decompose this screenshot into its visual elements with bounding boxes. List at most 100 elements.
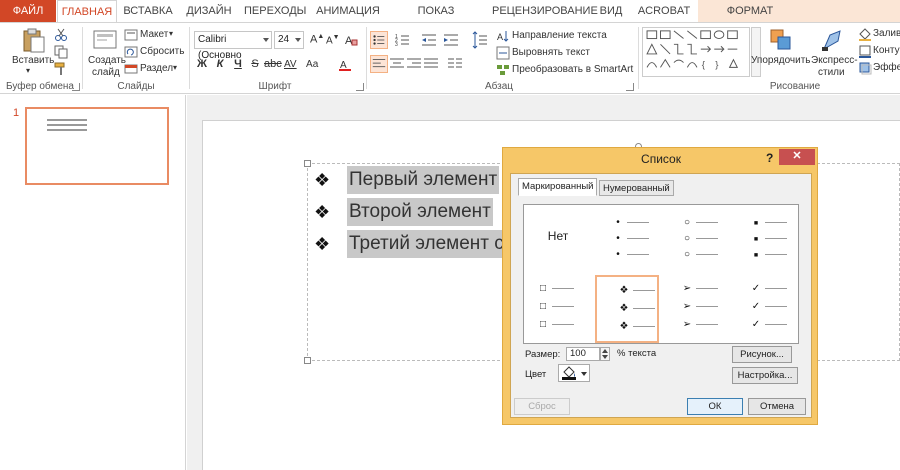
- close-button[interactable]: ✕: [779, 149, 815, 165]
- bullet-option-dot[interactable]: • • •: [595, 207, 659, 271]
- spin-up-icon[interactable]: [602, 349, 608, 353]
- shape-effects-icon[interactable]: [858, 61, 872, 75]
- customize-button[interactable]: Настройка...: [732, 367, 798, 384]
- align-text-button[interactable]: Выровнять текст: [512, 47, 590, 58]
- bullets-icon[interactable]: [370, 31, 388, 49]
- bullet-option-diamond-selected[interactable]: ❖ ❖ ❖: [595, 275, 659, 343]
- align-right-icon[interactable]: [405, 55, 423, 73]
- numbering-icon[interactable]: 123: [394, 31, 412, 49]
- tab-bulleted[interactable]: Маркированный: [518, 178, 598, 196]
- bullet-option-none[interactable]: Нет: [526, 207, 590, 271]
- quick-styles-icon[interactable]: [820, 27, 846, 53]
- layout-dropdown-icon[interactable]: ▾: [169, 29, 173, 38]
- font-launcher-icon[interactable]: [356, 83, 364, 91]
- shape-fill-button[interactable]: Залив: [873, 28, 900, 39]
- picture-button[interactable]: Рисунок...: [732, 346, 792, 363]
- color-picker-button[interactable]: [558, 364, 590, 382]
- slide-thumbnail[interactable]: [25, 107, 169, 185]
- spin-down-icon[interactable]: [602, 355, 608, 359]
- cancel-button[interactable]: Отмена: [748, 398, 806, 415]
- arrange-button[interactable]: Упорядочить: [751, 55, 811, 66]
- help-icon[interactable]: ?: [766, 151, 773, 165]
- paste-icon[interactable]: [20, 27, 46, 53]
- reset-button[interactable]: Сбросить: [140, 46, 184, 57]
- bullet-option-hollow-square[interactable]: □ □ □: [526, 277, 590, 341]
- underline-button[interactable]: Ч: [230, 58, 246, 70]
- paste-button[interactable]: Вставить: [12, 55, 54, 66]
- bullet-text[interactable]: Третий элемент с: [347, 230, 506, 258]
- shrink-font-icon[interactable]: A▼: [326, 34, 340, 46]
- section-button[interactable]: Раздел: [140, 63, 173, 74]
- tab-format[interactable]: ФОРМАТ: [718, 0, 782, 22]
- format-painter-icon[interactable]: [54, 62, 68, 76]
- section-dropdown-icon[interactable]: ▾: [173, 63, 177, 72]
- layout-button[interactable]: Макет: [140, 29, 168, 40]
- size-spinner[interactable]: [600, 347, 610, 361]
- copy-icon[interactable]: [54, 45, 68, 59]
- text-direction-icon[interactable]: A: [496, 29, 510, 43]
- bullet-option-circle[interactable]: ○ ○ ○: [664, 207, 728, 271]
- char-spacing-button[interactable]: AV: [284, 59, 297, 70]
- new-slide-icon[interactable]: [92, 27, 118, 53]
- quick-styles-button-line2[interactable]: стили: [818, 67, 845, 78]
- reset-icon[interactable]: [124, 45, 138, 59]
- font-color-icon[interactable]: A: [338, 58, 352, 72]
- tab-numbered[interactable]: Нумерованный: [599, 180, 674, 196]
- strikethrough-button[interactable]: S: [247, 58, 263, 70]
- font-family-select[interactable]: Calibri (Основно: [194, 31, 272, 61]
- italic-button[interactable]: К: [212, 58, 228, 70]
- bullet-option-square[interactable]: ■ ■ ■: [733, 207, 797, 271]
- change-case-button[interactable]: Аа: [306, 59, 318, 70]
- tab-insert[interactable]: ВСТАВКА: [120, 0, 176, 22]
- new-slide-button-line2[interactable]: слайд: [92, 67, 120, 78]
- tab-home[interactable]: ГЛАВНАЯ: [57, 0, 117, 23]
- section-icon[interactable]: [124, 62, 138, 76]
- decrease-indent-icon[interactable]: [420, 31, 438, 49]
- shape-fill-icon[interactable]: [858, 27, 872, 41]
- shape-outline-icon[interactable]: [858, 44, 872, 58]
- text-shadow-button[interactable]: abc: [264, 58, 282, 70]
- align-center-icon[interactable]: [388, 55, 406, 73]
- arrange-icon[interactable]: [768, 27, 794, 53]
- bullet-option-checkmark[interactable]: ✓ ✓ ✓: [733, 277, 797, 341]
- cut-icon[interactable]: [54, 28, 68, 42]
- clear-formatting-icon[interactable]: A: [344, 33, 358, 47]
- shapes-gallery-scroll[interactable]: [751, 27, 761, 77]
- resize-handle[interactable]: [304, 160, 311, 167]
- shape-effects-button[interactable]: Эффек: [873, 62, 900, 73]
- line-spacing-icon[interactable]: [470, 31, 488, 49]
- smartart-icon[interactable]: [496, 63, 510, 77]
- tab-view[interactable]: ВИД: [596, 0, 626, 22]
- tab-acrobat[interactable]: ACROBAT: [636, 0, 692, 22]
- new-slide-button[interactable]: Создать: [88, 55, 126, 66]
- columns-icon[interactable]: [446, 55, 464, 73]
- bullet-text[interactable]: Первый элемент: [347, 166, 500, 194]
- tab-file[interactable]: ФАЙЛ: [0, 0, 56, 22]
- smartart-button[interactable]: Преобразовать в SmartArt: [512, 64, 633, 75]
- reset-button[interactable]: Сброс: [514, 398, 570, 415]
- tab-design[interactable]: ДИЗАЙН: [184, 0, 234, 22]
- layout-icon[interactable]: [124, 28, 138, 42]
- tab-transitions[interactable]: ПЕРЕХОДЫ: [244, 0, 306, 22]
- bullet-text[interactable]: Второй элемент: [347, 198, 493, 226]
- size-input[interactable]: 100: [566, 347, 600, 361]
- tab-slideshow[interactable]: ПОКАЗ СЛАЙДОВ: [390, 0, 482, 39]
- font-size-select[interactable]: 24: [274, 31, 304, 49]
- resize-handle[interactable]: [304, 357, 311, 364]
- shapes-gallery[interactable]: { }: [642, 27, 750, 77]
- bullet-option-arrow[interactable]: ➢ ➢ ➢: [664, 277, 728, 341]
- justify-icon[interactable]: [422, 55, 440, 73]
- quick-styles-button[interactable]: Экспресс-: [811, 55, 858, 66]
- shape-outline-button[interactable]: Контур: [873, 45, 900, 56]
- paste-dropdown-icon[interactable]: ▾: [26, 66, 30, 75]
- clipboard-launcher-icon[interactable]: [72, 83, 80, 91]
- text-direction-button[interactable]: Направление текста: [512, 30, 607, 41]
- ok-button[interactable]: ОК: [687, 398, 743, 415]
- align-left-icon[interactable]: [370, 55, 388, 73]
- tab-review[interactable]: РЕЦЕНЗИРОВАНИЕ: [492, 0, 598, 22]
- grow-font-icon[interactable]: A▲: [310, 33, 324, 46]
- bold-button[interactable]: Ж: [194, 58, 210, 70]
- increase-indent-icon[interactable]: [442, 31, 460, 49]
- tab-animation[interactable]: АНИМАЦИЯ: [316, 0, 380, 22]
- align-text-icon[interactable]: [496, 46, 510, 60]
